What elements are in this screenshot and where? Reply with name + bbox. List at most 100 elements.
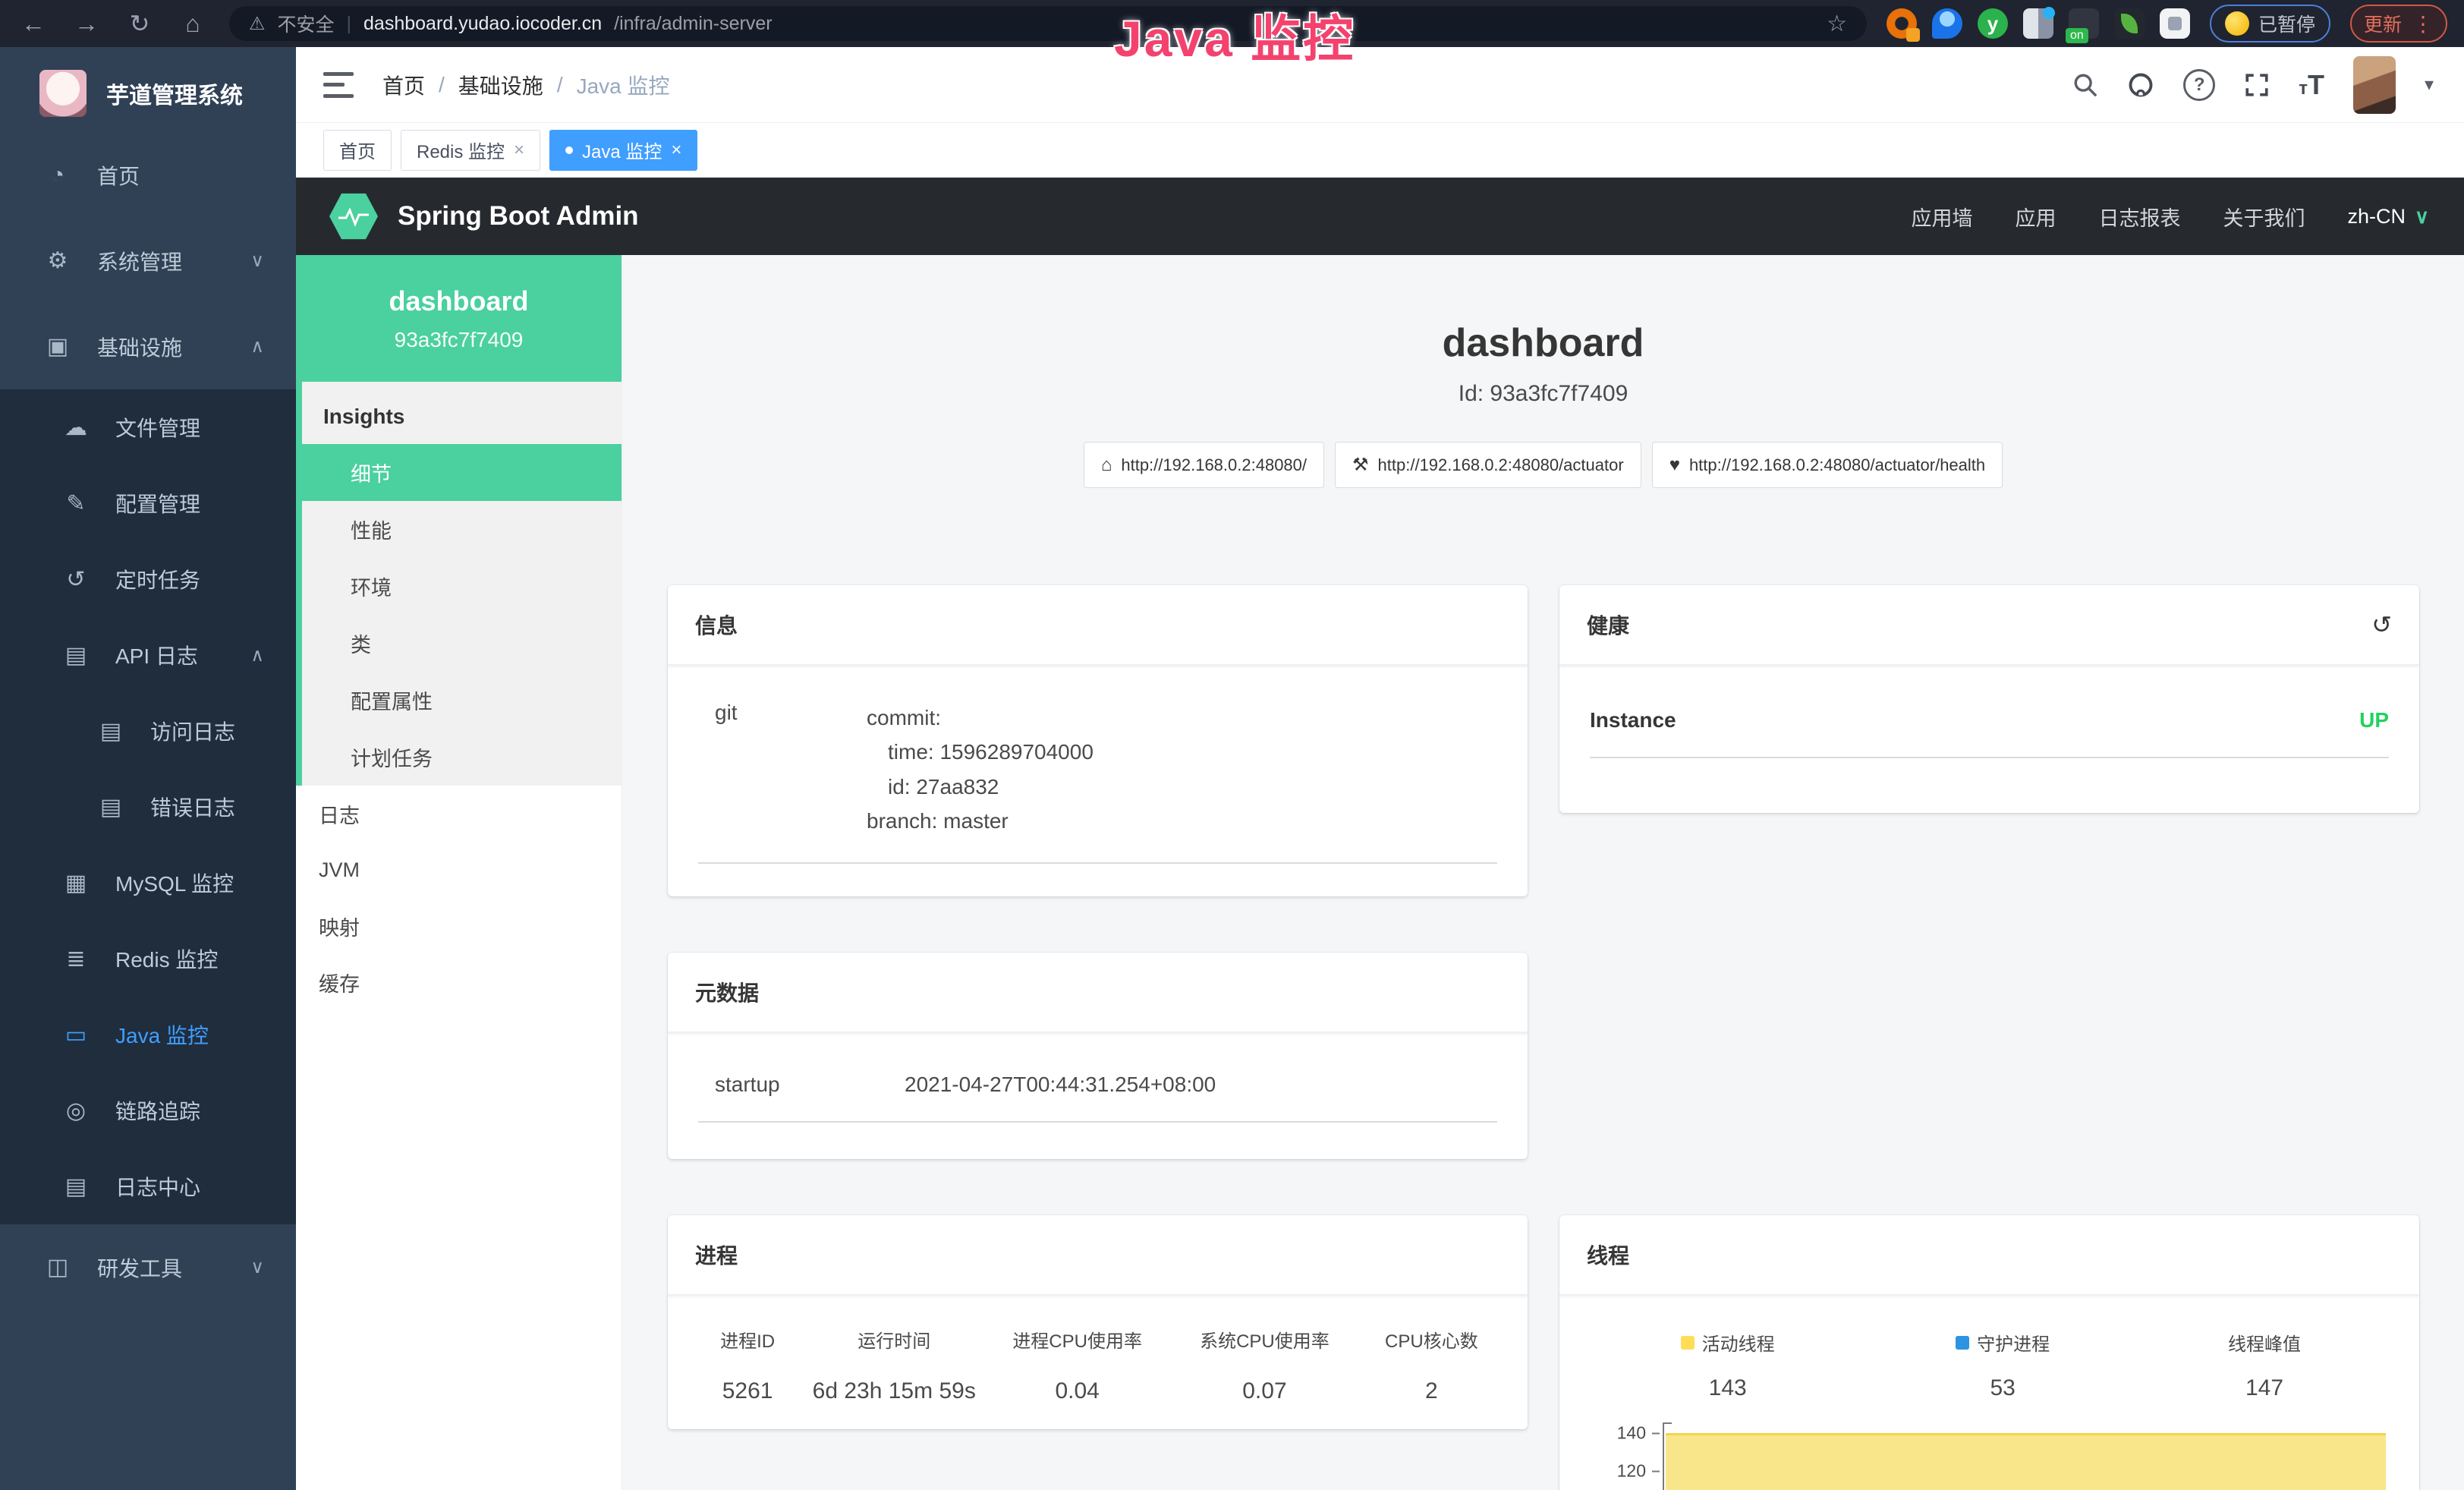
extension-icon[interactable] (1932, 8, 1962, 39)
process-col-header: 运行时间 (804, 1326, 983, 1353)
page-title: dashboard (622, 320, 2464, 366)
app-sidebar: 芋道管理系统 ◔ 首页 ⚙ 系统管理 ∨ ▣ 基础设施 ∧ ☁ 文件管理 ✎ 配… (0, 47, 296, 1490)
url-path[interactable]: /infra/admin-server (614, 13, 772, 35)
service-url-button[interactable]: ⌂ http://192.168.0.2:48080/ (1084, 442, 1324, 488)
sidebar-item-infra[interactable]: ▣ 基础设施 ∧ (0, 304, 296, 389)
home-icon: ⌂ (1101, 455, 1112, 476)
sba-nav-about[interactable]: 关于我们 (2223, 202, 2305, 232)
health-instance-row[interactable]: Instance UP (1590, 708, 2389, 732)
sidebar-item-file-manage[interactable]: ☁ 文件管理 (0, 389, 296, 465)
extensions-tray (1887, 8, 2190, 39)
sidebar-item-devtools[interactable]: ◫ 研发工具 ∨ (0, 1224, 296, 1310)
browser-reload-icon[interactable]: ↻ (123, 9, 156, 38)
app-brand: 芋道管理系统 (106, 77, 243, 110)
main-content: dashboard Id: 93a3fc7f7409 ⌂ http://192.… (622, 255, 2464, 1490)
health-url-button[interactable]: ♥ http://192.168.0.2:48080/actuator/heal… (1652, 442, 2003, 488)
sba-sidebar-item-logs[interactable]: 日志 (296, 786, 622, 842)
avatar[interactable] (2353, 56, 2396, 114)
card-title: 健康 (1587, 610, 1629, 640)
sidebar-item-label: 基础设施 (97, 332, 182, 362)
history-clock-icon[interactable]: ↺ (2371, 610, 2392, 639)
sba-sidebar-item-metrics[interactable]: 性能 (302, 501, 622, 558)
process-col-header: 进程ID (691, 1326, 804, 1353)
tab-home[interactable]: 首页 (323, 130, 392, 171)
log-icon: ▤ (96, 794, 126, 821)
tab-close-icon[interactable]: × (671, 140, 681, 161)
url-host[interactable]: dashboard.yudao.iocoder.cn (363, 13, 602, 35)
tab-redis-monitor[interactable]: Redis 监控 × (401, 130, 540, 171)
screen: ← → ↻ ⌂ ⚠ 不安全 | dashboard.yudao.iocoder.… (0, 0, 2464, 1490)
health-instance-label: Instance (1590, 708, 1676, 732)
breadcrumb-home[interactable]: 首页 (382, 70, 425, 100)
browser-back-icon[interactable]: ← (17, 10, 50, 38)
sidebar-item-access-log[interactable]: ▤ 访问日志 (0, 693, 296, 769)
sidebar-collapse-icon[interactable] (323, 72, 354, 98)
browser-menu-icon[interactable]: ⋮ (2412, 11, 2434, 36)
update-button[interactable]: 更新 ⋮ (2350, 5, 2447, 43)
sidebar-item-system[interactable]: ⚙ 系统管理 ∨ (0, 218, 296, 304)
fullscreen-icon[interactable] (2244, 72, 2270, 98)
breadcrumb-infra[interactable]: 基础设施 (458, 70, 543, 100)
address-bar[interactable]: ⚠ 不安全 | dashboard.yudao.iocoder.cn/infra… (229, 6, 1867, 41)
sidebar-item-redis-monitor[interactable]: ≣ Redis 监控 (0, 921, 296, 997)
actuator-url-button[interactable]: ⚒ http://192.168.0.2:48080/actuator (1335, 442, 1641, 488)
security-label[interactable]: 不安全 (278, 10, 335, 37)
sba-logo-icon (329, 192, 378, 241)
active-tab-dot (565, 146, 573, 154)
sidebar-item-home[interactable]: ◔ 首页 (0, 132, 296, 218)
git-label: git (698, 701, 867, 838)
sba-nav-applications[interactable]: 应用 (2015, 202, 2056, 232)
bookmark-star-icon[interactable]: ☆ (1827, 11, 1847, 37)
sba-nav-journal[interactable]: 日志报表 (2098, 202, 2180, 232)
sba-brand[interactable]: Spring Boot Admin (329, 192, 639, 241)
sba-sidebar-item-classes[interactable]: 类 (302, 615, 622, 672)
sidebar-item-log-center[interactable]: ▤ 日志中心 (0, 1148, 296, 1224)
sba-sidebar-item-jvm[interactable]: JVM (296, 842, 622, 898)
sidebar-item-mysql-monitor[interactable]: ▦ MySQL 监控 (0, 845, 296, 921)
sba-sidebar-item-scheduled-tasks[interactable]: 计划任务 (302, 729, 622, 786)
font-size-icon[interactable]: тT (2299, 69, 2324, 101)
extension-icon[interactable] (1978, 8, 2008, 39)
sidebar-item-label: MySQL 监控 (115, 868, 234, 898)
security-warning-icon[interactable]: ⚠ (249, 13, 266, 35)
sba-nav-wallboard[interactable]: 应用墙 (1911, 202, 1972, 232)
user-menu-caret-icon[interactable]: ▾ (2425, 74, 2434, 96)
legend-daemon-threads: 守护进程 (1956, 1329, 2050, 1356)
tab-close-icon[interactable]: × (514, 140, 524, 161)
legend-peak-threads: 线程峰值 (2228, 1329, 2301, 1356)
metadata-card: 元数据 startup 2021-04-27T00:44:31.254+08:0… (668, 953, 1528, 1159)
breadcrumb-current: Java 监控 (577, 70, 670, 100)
briefcase-icon: ◫ (42, 1254, 73, 1281)
extension-icon[interactable] (2114, 8, 2145, 39)
instance-header[interactable]: dashboard 93a3fc7f7409 (296, 255, 622, 382)
github-icon[interactable] (2127, 71, 2154, 99)
process-col-header: 进程CPU使用率 (983, 1326, 1171, 1353)
extension-icon[interactable] (2023, 8, 2053, 39)
extension-icon[interactable] (1887, 8, 1917, 39)
browser-home-icon[interactable]: ⌂ (176, 10, 209, 38)
sba-locale-select[interactable]: zh-CN ∨ (2347, 205, 2429, 228)
tab-java-monitor[interactable]: Java 监控 × (549, 130, 697, 171)
sidebar-item-java-monitor[interactable]: ▭ Java 监控 (0, 997, 296, 1073)
sidebar-item-config-manage[interactable]: ✎ 配置管理 (0, 465, 296, 541)
live-threads-value: 143 (1709, 1375, 1747, 1401)
help-icon[interactable]: ? (2183, 69, 2215, 101)
sba-sidebar-item-caches[interactable]: 缓存 (296, 954, 622, 1010)
sba-sidebar-item-config-props[interactable]: 配置属性 (302, 672, 622, 729)
extension-icon[interactable] (2069, 8, 2099, 39)
update-button-label: 更新 (2364, 10, 2402, 37)
extensions-puzzle-icon[interactable] (2160, 8, 2190, 39)
cpu-cores-value: 2 (1358, 1378, 1505, 1404)
sba-sidebar-item-mappings[interactable]: 映射 (296, 898, 622, 954)
sba-sidebar-item-details[interactable]: 细节 (296, 444, 622, 501)
row-divider (1590, 757, 2389, 758)
browser-forward-icon[interactable]: → (70, 10, 103, 38)
paused-badge[interactable]: 已暂停 (2210, 5, 2330, 43)
sba-sidebar-item-environment[interactable]: 环境 (302, 558, 622, 615)
process-cpu-value: 0.04 (983, 1378, 1171, 1404)
sidebar-item-scheduled-job[interactable]: ↺ 定时任务 (0, 541, 296, 617)
sidebar-item-error-log[interactable]: ▤ 错误日志 (0, 769, 296, 845)
sidebar-item-api-log[interactable]: ▤ API 日志 ∧ (0, 617, 296, 693)
sidebar-item-tracing[interactable]: ◎ 链路追踪 (0, 1073, 296, 1148)
search-icon[interactable] (2072, 72, 2098, 98)
